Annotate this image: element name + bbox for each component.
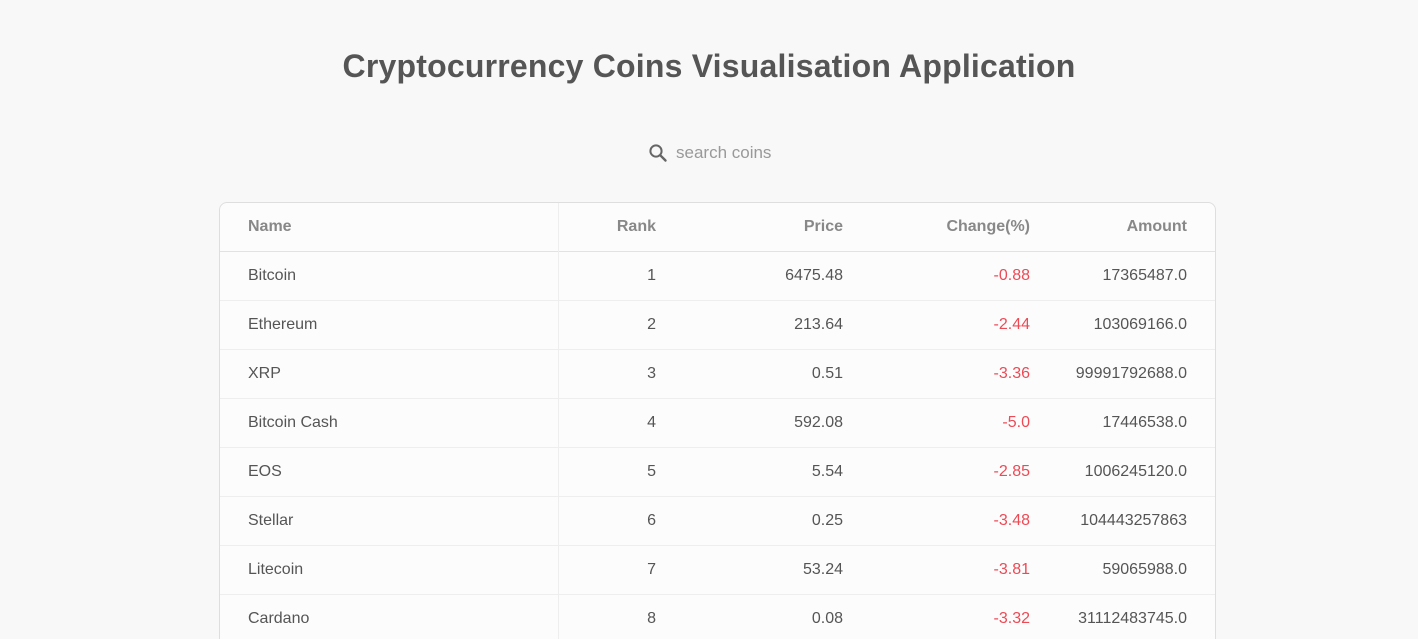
coin-rank-cell: 4: [647, 414, 656, 431]
table-header-row: Name Rank Price Change(%) Amount: [220, 203, 1215, 252]
search-icon: [648, 143, 668, 163]
coin-name-cell: Stellar: [220, 496, 559, 546]
column-header-change[interactable]: Change(%): [843, 203, 1030, 252]
table-row[interactable]: Bitcoin 1 6475.48 -0.88 17365487.0: [220, 251, 1215, 301]
coin-price-cell: 53.24: [802, 561, 843, 578]
coin-change-cell: -3.48: [993, 512, 1030, 529]
coin-change-cell: -2.44: [993, 316, 1030, 333]
coin-rank-cell: 3: [647, 365, 656, 382]
coin-amount-cell: 17365487.0: [1102, 267, 1187, 284]
coin-change-cell: -3.81: [993, 561, 1030, 578]
coin-amount-cell: 59065988.0: [1102, 561, 1187, 578]
coin-change-cell: -0.88: [993, 267, 1030, 284]
coin-price-cell: 0.25: [811, 512, 843, 529]
column-header-rank[interactable]: Rank: [559, 203, 656, 252]
coins-table-card: Name Rank Price Change(%) Amount Bitcoin…: [219, 202, 1216, 639]
search-input[interactable]: [676, 143, 836, 163]
coin-rank-cell: 6: [647, 512, 656, 529]
coin-price-cell: 0.08: [811, 610, 843, 627]
column-header-amount[interactable]: Amount: [1030, 203, 1215, 252]
table-row[interactable]: Ethereum 2 213.64 -2.44 103069166.0: [220, 300, 1215, 350]
coin-change-cell: -5.0: [1002, 414, 1030, 431]
coin-amount-cell: 104443257863: [1080, 512, 1187, 529]
coin-amount-cell: 1006245120.0: [1084, 463, 1187, 480]
coin-price-cell: 6475.48: [785, 267, 843, 284]
coin-amount-cell: 99991792688.0: [1075, 365, 1187, 382]
search-bar[interactable]: [648, 140, 836, 166]
coin-name-cell: EOS: [220, 447, 559, 497]
coin-amount-cell: 31112483745.0: [1078, 610, 1187, 627]
column-header-name[interactable]: Name: [220, 203, 559, 252]
table-row[interactable]: Cardano 8 0.08 -3.32 31112483745.0: [220, 594, 1215, 639]
coin-amount-cell: 103069166.0: [1093, 316, 1187, 333]
coin-name-cell: Bitcoin Cash: [220, 398, 559, 448]
coin-name-cell: XRP: [220, 349, 559, 399]
app-page: Cryptocurrency Coins Visualisation Appli…: [0, 0, 1418, 639]
coin-name-cell: Ethereum: [220, 300, 559, 350]
coins-table: Name Rank Price Change(%) Amount Bitcoin…: [220, 203, 1215, 639]
coin-price-cell: 592.08: [794, 414, 843, 431]
coin-name-cell: Cardano: [220, 594, 559, 639]
coin-rank-cell: 8: [647, 610, 656, 627]
coin-price-cell: 5.54: [811, 463, 843, 480]
coin-rank-cell: 1: [647, 267, 656, 284]
coin-price-cell: 213.64: [794, 316, 843, 333]
coin-rank-cell: 5: [647, 463, 656, 480]
coin-name-cell: Litecoin: [220, 545, 559, 595]
coin-rank-cell: 2: [647, 316, 656, 333]
coin-amount-cell: 17446538.0: [1102, 414, 1187, 431]
column-header-price[interactable]: Price: [656, 203, 843, 252]
table-row[interactable]: XRP 3 0.51 -3.36 99991792688.0: [220, 349, 1215, 399]
table-row[interactable]: Litecoin 7 53.24 -3.81 59065988.0: [220, 545, 1215, 595]
coin-rank-cell: 7: [647, 561, 656, 578]
coin-change-cell: -3.36: [993, 365, 1030, 382]
coin-name-cell: Bitcoin: [220, 251, 559, 301]
table-row[interactable]: Stellar 6 0.25 -3.48 104443257863: [220, 496, 1215, 546]
table-row[interactable]: Bitcoin Cash 4 592.08 -5.0 17446538.0: [220, 398, 1215, 448]
coin-price-cell: 0.51: [811, 365, 843, 382]
coin-change-cell: -2.85: [993, 463, 1030, 480]
coin-change-cell: -3.32: [993, 610, 1030, 627]
table-body: Bitcoin 1 6475.48 -0.88 17365487.0 Ethereum 2 2…: [220, 251, 1215, 639]
table-row[interactable]: EOS 5 5.54 -2.85 1006245120.0: [220, 447, 1215, 497]
page-title: Cryptocurrency Coins Visualisation Appli…: [342, 48, 1076, 84]
